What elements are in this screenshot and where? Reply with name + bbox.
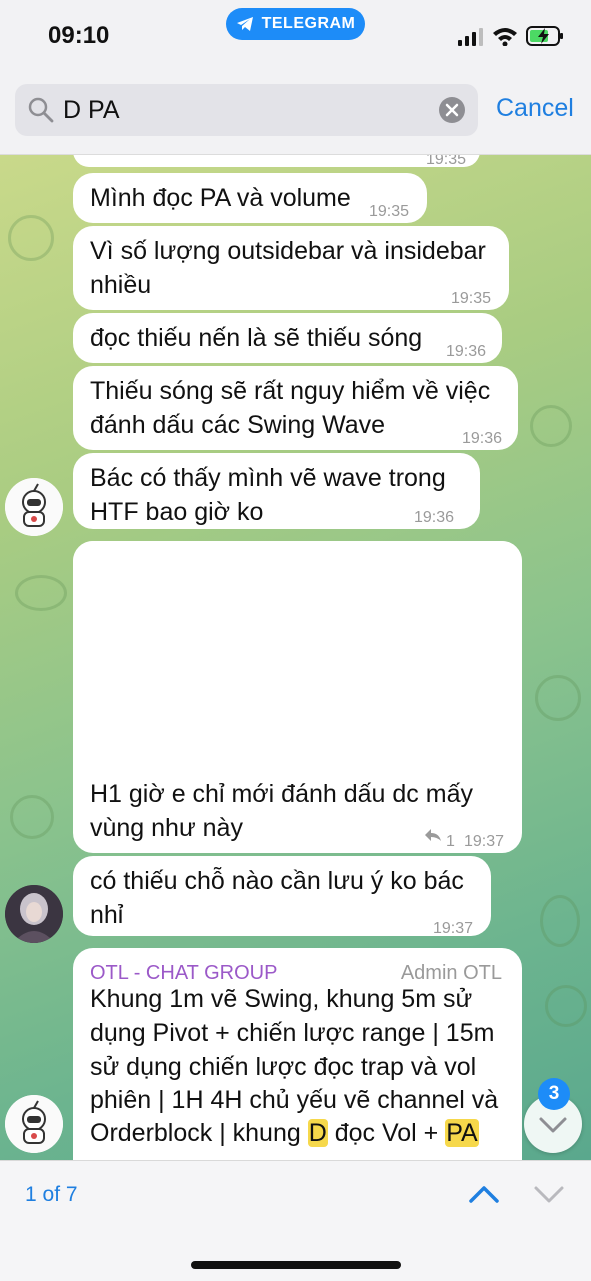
reply-icon: [425, 829, 441, 841]
message-text-line1: Khung 1m vẽ Swing, khung 5m sử: [90, 985, 473, 1013]
unread-badge: 3: [538, 1078, 570, 1110]
message-time: 19:35: [425, 155, 466, 168]
message-bubble[interactable]: Thiếu sóng sẽ rất nguy hiểm về việc đánh…: [73, 366, 518, 450]
background-doodle: [540, 895, 580, 947]
message-text-line1: H1 giờ e chỉ mới đánh dấu dc mấy: [90, 780, 473, 808]
cellular-signal-icon: [458, 28, 483, 46]
status-time: 09:10: [48, 22, 110, 49]
message-bubble[interactable]: 19:35: [73, 155, 480, 168]
search-bar: D PA Cancel: [0, 78, 591, 155]
message-text-line2: nhiều: [90, 271, 152, 299]
message-text-line1: có thiếu chỗ nào cần lưu ý ko bác: [90, 867, 464, 895]
status-bar: 09:10 TELEGRAM: [0, 0, 591, 78]
background-doodle: [15, 575, 67, 611]
message-text-line2: vùng như này: [90, 814, 243, 842]
message-text: Mình đọc PA và volume: [90, 184, 351, 212]
message-text-line2: HTF bao giờ ko: [90, 498, 264, 526]
avatar[interactable]: [5, 1095, 63, 1153]
avatar[interactable]: [5, 478, 63, 536]
battery-charging-icon: [526, 26, 563, 46]
media-message-bubble[interactable]: H1 giờ e chỉ mới đánh dấu dc mấy vùng nh…: [73, 541, 522, 853]
message-time: 19:36: [461, 430, 502, 447]
results-counter[interactable]: 1 of 7: [25, 1183, 78, 1207]
image-placeholder[interactable]: [73, 541, 522, 766]
search-icon: [28, 97, 54, 123]
message-text-line2: đánh dấu các Swing Wave: [90, 411, 386, 439]
message-text-line1: Vì số lượng outsidebar và insidebar: [90, 237, 486, 265]
background-doodle: [10, 795, 54, 839]
message-time: 19:37: [463, 833, 504, 850]
message-bubble[interactable]: có thiếu chỗ nào cần lưu ý ko bác nhỉ 19…: [73, 856, 491, 937]
background-doodle: [8, 215, 54, 261]
reply-count: 1: [446, 833, 455, 850]
message-text: đọc thiếu nến là sẽ thiếu sóng: [90, 324, 423, 352]
clear-search-icon[interactable]: [439, 97, 465, 123]
group-message-bubble[interactable]: OTL - CHAT GROUP Admin OTL Khung 1m vẽ S…: [73, 948, 522, 1160]
message-text-line5: Orderblock | khung D đọc Vol + PA: [90, 1116, 479, 1150]
wifi-icon: [493, 28, 517, 46]
message-text-line2: dụng Pivot + chiến lược range | 15m: [90, 1019, 495, 1047]
telegram-plane-icon: [236, 17, 253, 31]
message-time: 19:35: [450, 290, 491, 307]
search-value: D PA: [63, 96, 120, 124]
message-text-line2: nhỉ: [90, 901, 124, 929]
message-bubble[interactable]: đọc thiếu nến là sẽ thiếu sóng 19:36: [73, 313, 502, 363]
telegram-pill[interactable]: TELEGRAM: [226, 8, 365, 40]
chevron-up-icon[interactable]: [468, 1183, 500, 1205]
message-bubble[interactable]: Vì số lượng outsidebar và insidebar nhiề…: [73, 226, 509, 310]
message-text-line4: phiên | 1H 4H chủ yếu vẽ channel và: [90, 1086, 499, 1114]
search-highlight: D: [307, 1119, 328, 1147]
message-bubble[interactable]: Mình đọc PA và volume 19:35: [73, 173, 427, 223]
cancel-button[interactable]: Cancel: [496, 94, 574, 123]
message-text-line3: sử dụng chiến lược đọc trap và vol: [90, 1053, 477, 1081]
avatar[interactable]: [5, 885, 63, 943]
search-input[interactable]: D PA: [15, 84, 478, 136]
background-doodle: [530, 405, 572, 447]
message-time: 19:36: [413, 509, 454, 526]
astronaut-avatar-icon: [5, 1095, 63, 1153]
text-segment: đọc Vol +: [327, 1119, 446, 1147]
message-text-line1: Bác có thấy mình vẽ wave trong: [90, 464, 446, 492]
message-text-line1: Thiếu sóng sẽ rất nguy hiểm về việc: [90, 377, 491, 405]
message-time: 19:35: [368, 203, 409, 220]
telegram-pill-label: TELEGRAM: [261, 15, 356, 32]
message-bubble[interactable]: Bác có thấy mình vẽ wave trong HTF bao g…: [73, 453, 480, 529]
search-results-bar: 1 of 7: [0, 1160, 591, 1281]
background-doodle: [545, 985, 587, 1027]
profile-photo-avatar-icon: [5, 885, 63, 943]
text-segment: Orderblock | khung: [90, 1119, 308, 1147]
chevron-down-icon[interactable]: [533, 1183, 565, 1205]
astronaut-avatar-icon: [5, 478, 63, 536]
message-time: 19:37: [432, 920, 473, 937]
home-indicator: [191, 1261, 401, 1269]
chat-area[interactable]: 19:35 Mình đọc PA và volume 19:35 Vì số …: [0, 155, 591, 1160]
background-doodle: [535, 675, 581, 721]
search-highlight: PA: [445, 1119, 479, 1147]
message-time: 19:36: [445, 343, 486, 360]
